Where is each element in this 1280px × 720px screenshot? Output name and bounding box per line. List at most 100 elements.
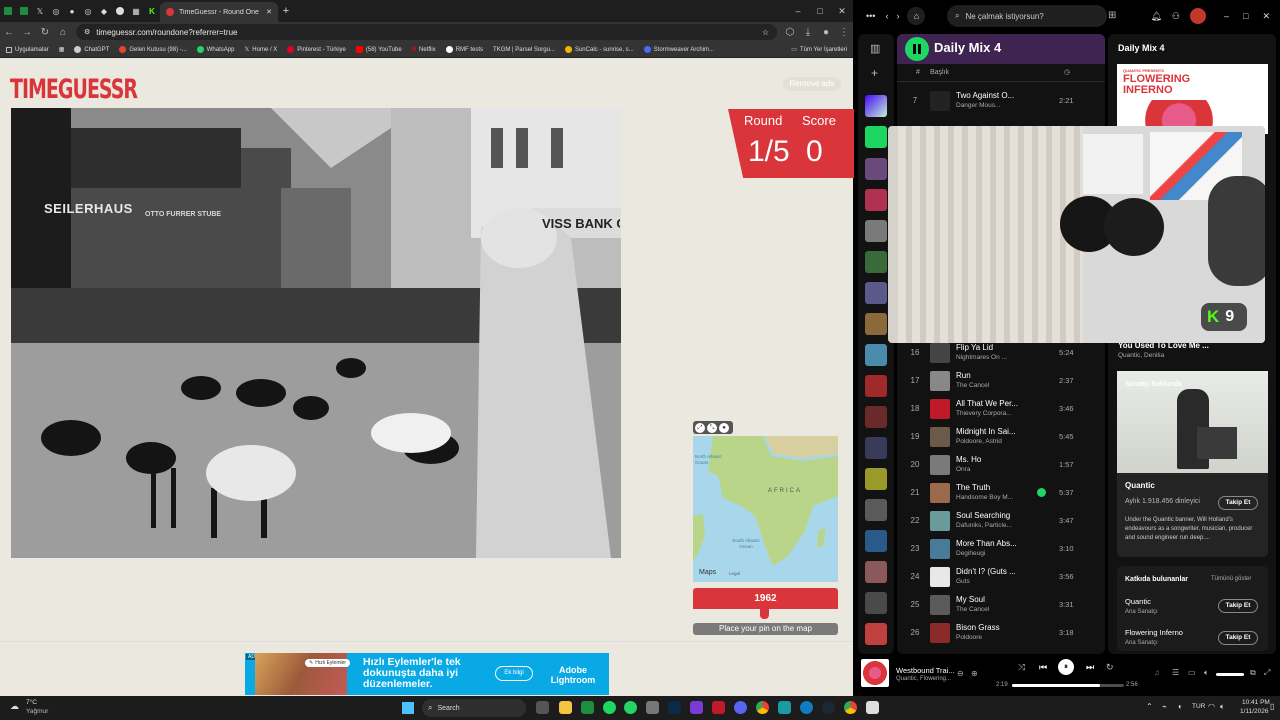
playlist-thumb[interactable] <box>865 623 887 645</box>
gemini-tab-icon[interactable] <box>112 0 128 22</box>
track-artist[interactable]: Poldoore, Astrid <box>956 438 1002 445</box>
now-playing-cover[interactable] <box>861 659 889 687</box>
reload-icon[interactable]: ↻ <box>36 27 54 38</box>
minimize-button[interactable]: – <box>787 6 809 16</box>
credit-name[interactable]: Flowering Inferno <box>1125 628 1183 637</box>
tray-icon[interactable]: ◐ <box>1178 702 1183 711</box>
track-row[interactable]: 7 Two Against O... Danger Mous... 2:21 <box>897 88 1105 116</box>
app-taskbar-icon[interactable] <box>690 701 703 714</box>
taskbar-search[interactable]: ⌕ Search <box>422 699 526 717</box>
bookmark-whatsapp[interactable]: WhatsApp <box>196 46 234 53</box>
track-row[interactable]: 19 Midnight In Sai... Poldoore, Astrid 5:45 <box>897 424 1105 452</box>
bookmark-gmail[interactable]: Gelen Kutusu (98) -... <box>119 46 187 53</box>
playlist-thumb[interactable] <box>865 282 887 304</box>
pause-button[interactable] <box>905 37 929 61</box>
photoshop-icon[interactable] <box>668 701 681 714</box>
playlist-thumb[interactable] <box>865 251 887 273</box>
track-artist[interactable]: Onra <box>956 466 970 473</box>
map-legal-link[interactable]: Legal <box>729 571 740 576</box>
credits-show-all[interactable]: Tümünü göster <box>1211 576 1251 582</box>
track-artist[interactable]: Danger Mous... <box>956 102 1000 109</box>
player-title[interactable]: Westbound Trai... <box>896 666 955 675</box>
library-icon[interactable]: ▥ <box>870 42 880 55</box>
bookmark-stormweaver[interactable]: Stormweaver Archim... <box>643 46 714 53</box>
speaker-icon[interactable]: 🔈︎ <box>1220 702 1225 712</box>
app-taskbar-icon[interactable] <box>646 701 659 714</box>
playlist-thumb[interactable] <box>865 406 887 428</box>
track-title[interactable]: My Soul <box>956 595 985 604</box>
chatgpt-tab-icon-2[interactable]: ◎ <box>80 0 96 22</box>
tab-close-icon[interactable]: ✕ <box>266 8 272 16</box>
notification-icon[interactable]: ▯ <box>1270 702 1274 711</box>
track-title[interactable]: Soul Searching <box>956 511 1010 520</box>
progress-track[interactable] <box>1012 684 1124 687</box>
playlist-thumb[interactable] <box>865 530 887 552</box>
spotify-taskbar-icon[interactable] <box>603 701 616 714</box>
x-tab-icon[interactable]: 𝕏 <box>32 0 48 22</box>
shuffle-icon[interactable]: ⤨ <box>1018 662 1025 673</box>
minimize-button[interactable]: – <box>1224 11 1229 21</box>
playlist-thumb[interactable] <box>865 561 887 583</box>
playlist-thumb[interactable] <box>865 468 887 490</box>
discord-taskbar-icon[interactable] <box>734 701 747 714</box>
lyrics-icon[interactable]: ♫ <box>1154 668 1160 677</box>
track-artist[interactable]: Nightmares On ... <box>956 354 1007 361</box>
remove-icon[interactable]: ⊖ <box>957 669 964 678</box>
track-row[interactable]: 16 Flip Ya Lid Nightmares On ... 5:24 <box>897 340 1105 368</box>
close-button[interactable]: ✕ <box>1262 11 1270 22</box>
bookmark-suncalc[interactable]: SunCalc - sunrise, s... <box>564 46 634 53</box>
bookmark-rmf[interactable]: RMF tests <box>445 46 483 53</box>
wifi-icon[interactable]: ◠ <box>1208 702 1215 711</box>
track-title[interactable]: The Truth <box>956 483 990 492</box>
year-slider-thumb[interactable] <box>760 608 769 619</box>
playlist-thumb[interactable] <box>865 344 887 366</box>
close-button[interactable]: ✕ <box>831 6 853 17</box>
track-title[interactable]: All That We Per... <box>956 399 1018 408</box>
artist-name[interactable]: Quantic <box>1125 481 1155 490</box>
bookmark-apps[interactable]: Uygulamalar <box>6 46 49 53</box>
spotify-search[interactable]: ⌕ Ne çalmak istiyorsun? <box>947 5 1107 27</box>
user-avatar[interactable] <box>1190 8 1206 24</box>
playlist-thumb[interactable] <box>865 126 887 148</box>
follow-artist-button[interactable]: Takip Et <box>1218 496 1258 510</box>
track-title[interactable]: Two Against O... <box>956 91 1014 100</box>
bookmark-chatgpt[interactable]: ChatGPT <box>74 46 109 53</box>
kick-tab-icon[interactable]: K <box>144 0 160 22</box>
track-row[interactable]: 24 Didn't I? (Guts ... Guts 3:56 <box>897 564 1105 592</box>
track-title[interactable]: Bison Grass <box>956 623 1000 632</box>
tray-icon[interactable]: ⌁ <box>1162 702 1167 711</box>
play-pause-button[interactable]: ⏸ <box>1058 659 1074 675</box>
map-expand-icon[interactable]: ⤢ <box>695 422 705 433</box>
timeguessr-logo[interactable]: TIMEGUESSR <box>10 67 138 112</box>
maximize-button[interactable]: □ <box>1243 11 1248 21</box>
chatgpt-tab-icon[interactable]: ◎ <box>48 0 64 22</box>
back-icon[interactable]: ← <box>0 27 18 38</box>
back-arrow-icon[interactable]: ‹ <box>885 11 888 21</box>
explorer-icon[interactable] <box>559 701 572 714</box>
playlist-thumb[interactable] <box>865 220 887 242</box>
maximize-button[interactable]: □ <box>809 6 831 16</box>
track-title[interactable]: Flip Ya Lid <box>956 343 993 352</box>
repeat-icon[interactable]: ↻ <box>1106 662 1114 673</box>
previous-icon[interactable]: ⏮ <box>1039 662 1047 673</box>
track-row[interactable]: 17 Run The Cancel 2:37 <box>897 368 1105 396</box>
bookmark-tkgm[interactable]: TKGM | Parsel Sorgu... <box>493 47 555 53</box>
track-row[interactable]: 20 Ms. Ho Onra 1:57 <box>897 452 1105 480</box>
acrobat-icon[interactable] <box>712 701 725 714</box>
follow-credit-button[interactable]: Takip Et <box>1218 631 1258 645</box>
download-icon[interactable]: ⤓ <box>799 27 817 38</box>
track-title[interactable]: Run <box>956 371 971 380</box>
playlist-thumb[interactable] <box>865 189 887 211</box>
steam-icon[interactable] <box>822 701 835 714</box>
ad-cta-button[interactable]: Ek bilgi <box>495 666 533 681</box>
bookmark-x[interactable]: 𝕏 Home / X <box>244 46 277 54</box>
add-icon[interactable]: ⊕ <box>971 669 978 678</box>
track-row[interactable]: 21 The Truth Handsome Boy M... 5:37 <box>897 480 1105 508</box>
language-indicator[interactable]: TUR <box>1192 703 1205 710</box>
menu-icon[interactable]: ⋮ <box>835 27 853 38</box>
track-artist[interactable]: Handsome Boy M... <box>956 494 1013 501</box>
track-artist[interactable]: Guts <box>956 578 970 585</box>
tray-chevron-icon[interactable]: ⌃ <box>1146 702 1153 711</box>
track-title[interactable]: More Than Abs... <box>956 539 1017 548</box>
extensions-icon[interactable]: ⬡ <box>781 27 799 38</box>
